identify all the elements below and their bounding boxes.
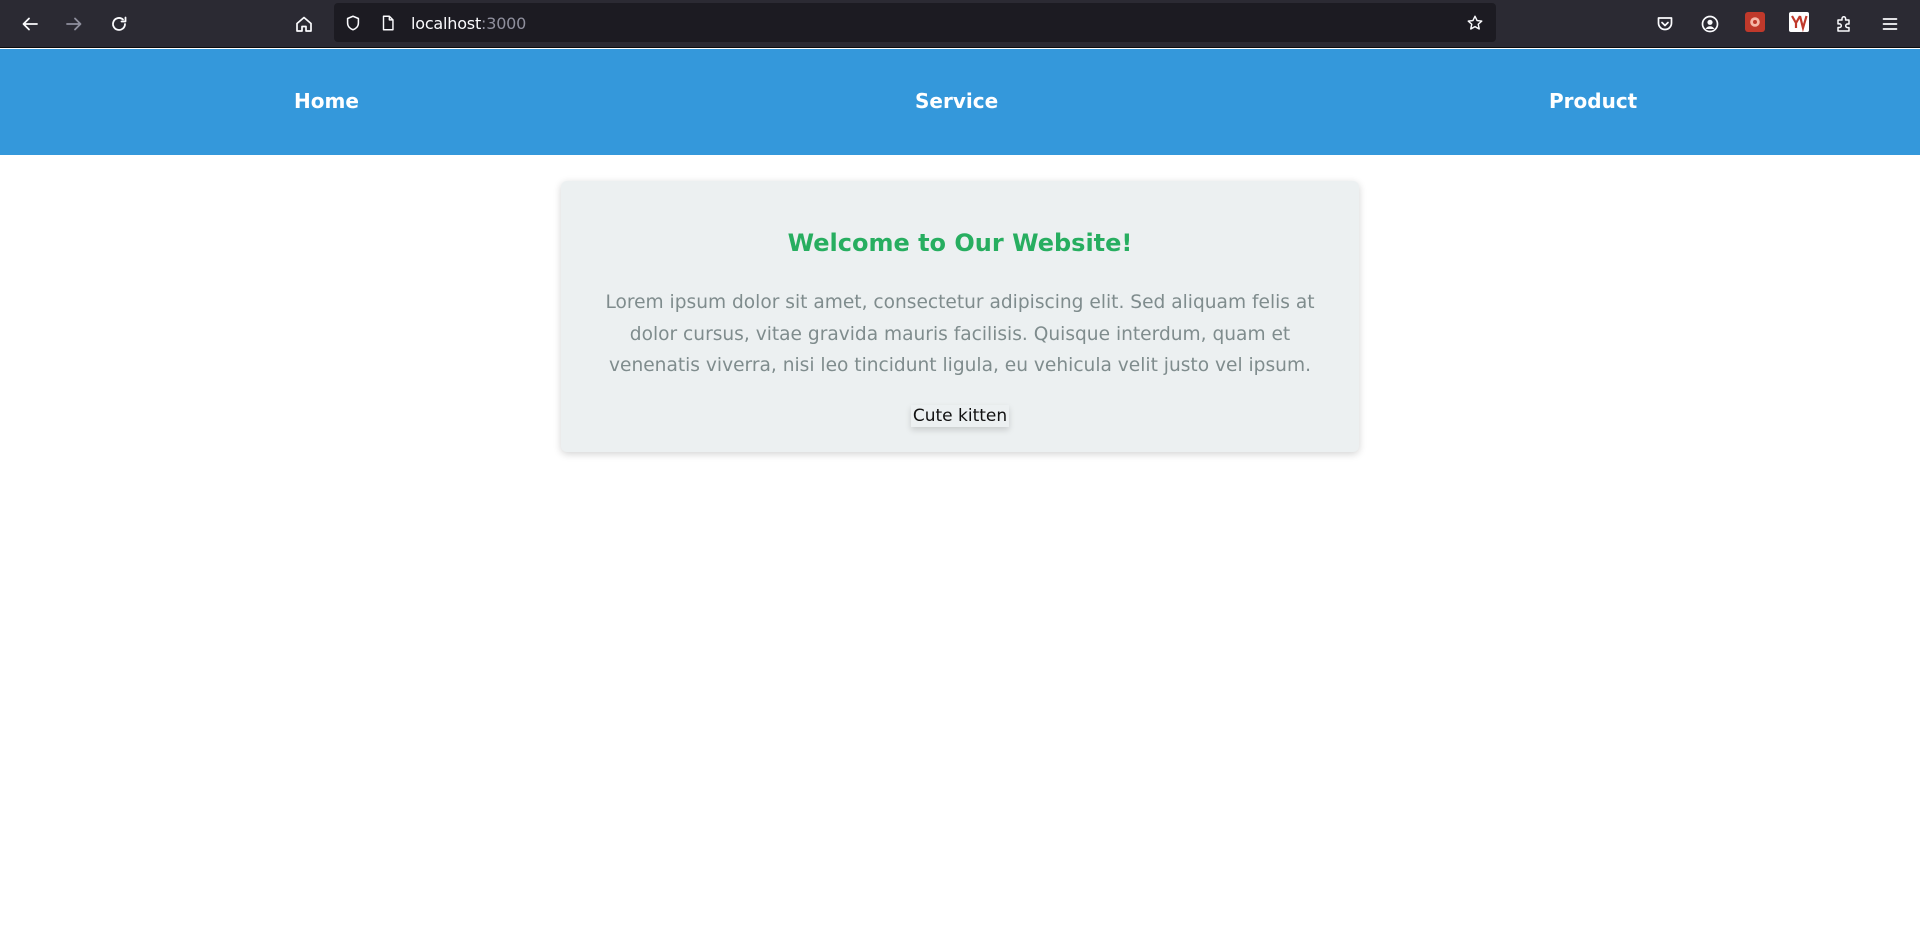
reload-icon [112, 16, 127, 31]
browser-toolbar: localhost:3000 [0, 0, 1920, 48]
card-title: Welcome to Our Website! [787, 229, 1133, 257]
puzzle-icon [1837, 15, 1850, 32]
shield-icon[interactable] [343, 13, 363, 33]
site-navbar: Home Service Product [0, 49, 1920, 155]
url-port: :3000 [481, 14, 527, 33]
forward-button[interactable] [58, 8, 90, 40]
nav-product-link[interactable]: Product [1549, 89, 1637, 113]
back-arrow-icon [22, 17, 38, 31]
pocket-button[interactable] [1649, 8, 1681, 40]
card-body-text: Lorem ipsum dolor sit amet, consectetur … [605, 292, 1315, 376]
url-text[interactable]: localhost:3000 [411, 14, 526, 33]
nav-service-link[interactable]: Service [915, 89, 998, 113]
home-button[interactable] [288, 8, 320, 40]
extension-red-icon[interactable] [1745, 12, 1765, 32]
nav-home-link[interactable]: Home [294, 89, 359, 113]
back-button[interactable] [14, 8, 46, 40]
hamburger-menu-icon [1882, 18, 1898, 30]
url-host: localhost [411, 14, 482, 33]
account-icon [1701, 15, 1719, 33]
home-icon [296, 16, 312, 32]
extension-yv-icon[interactable] [1789, 12, 1809, 32]
reload-button[interactable] [103, 8, 135, 40]
forward-arrow-icon [66, 17, 82, 31]
page-icon[interactable] [378, 13, 398, 33]
extensions-button[interactable] [1828, 8, 1860, 40]
card-button-row: Cute kitten [561, 405, 1359, 427]
account-button[interactable] [1694, 8, 1726, 40]
cute-kitten-button[interactable]: Cute kitten [911, 405, 1009, 427]
pocket-icon [1657, 17, 1673, 31]
star-icon[interactable] [1465, 13, 1485, 33]
menu-button[interactable] [1874, 8, 1906, 40]
url-bar[interactable]: localhost:3000 [334, 3, 1496, 42]
welcome-card: Welcome to Our Website! Lorem ipsum dolo… [561, 181, 1359, 452]
